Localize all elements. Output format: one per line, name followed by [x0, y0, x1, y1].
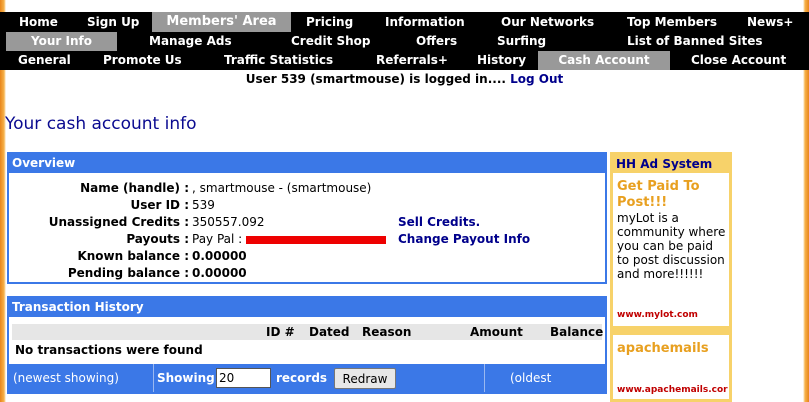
userid-value: 539 — [192, 198, 215, 212]
nav-news[interactable]: News+ — [747, 12, 793, 32]
footer-divider — [153, 364, 154, 392]
nav-close-account[interactable]: Close Account — [691, 51, 786, 70]
history-header: Transaction History — [9, 298, 605, 317]
overview-row-credits: Unassigned Credits : 350557.092 Sell Cre… — [9, 214, 605, 231]
records-label: records — [276, 371, 328, 385]
nav-our-networks[interactable]: Our Networks — [501, 12, 594, 32]
nav-pricing[interactable]: Pricing — [306, 12, 353, 32]
showing-label: Showing — [157, 371, 215, 385]
nav-promote-us[interactable]: Promote Us — [103, 51, 182, 70]
ad-header: HH Ad System — [613, 155, 729, 173]
overview-row-pending: Pending balance : 0.00000 — [9, 265, 605, 282]
pending-balance-label: Pending balance : — [67, 266, 189, 280]
main-nav: Home Sign Up Members' Area Pricing Infor… — [0, 12, 809, 32]
nav-credit-shop[interactable]: Credit Shop — [291, 32, 371, 51]
sell-credits-link[interactable]: Sell Credits. — [398, 214, 480, 231]
records-count-input[interactable] — [216, 368, 271, 388]
sub-nav: Your Info Manage Ads Credit Shop Offers … — [0, 32, 809, 51]
name-label: Name (handle) : — [80, 181, 189, 195]
ad-url[interactable]: www.mylot.com — [617, 310, 698, 320]
ad-sidebar: HH Ad System Get Paid To Post!!! myLot i… — [610, 152, 732, 402]
ad-text: myLot is a community where you can be pa… — [617, 211, 726, 281]
credits-label: Unassigned Credits : — [48, 215, 189, 229]
payouts-method: Pay Pal : — [192, 232, 243, 246]
nav-offers[interactable]: Offers — [416, 32, 457, 51]
payouts-label: Payouts : — [126, 232, 189, 246]
userid-label: User ID : — [130, 198, 189, 212]
overview-panel: Overview Name (handle) : , smartmouse - … — [7, 152, 607, 284]
oldest-label: (oldest showing) — [510, 371, 564, 402]
newest-label: (newest showing) — [13, 371, 119, 385]
history-footer: (newest showing) Showing records Redraw … — [9, 364, 605, 402]
ad-title-2[interactable]: apachemails — [617, 341, 709, 356]
overview-row-known: Known balance : 0.00000 — [9, 248, 605, 265]
payouts-value: Pay Pal : — [192, 231, 387, 248]
footer-divider — [484, 364, 485, 392]
login-status: User 539 (smartmouse) is logged in.... L… — [6, 70, 803, 88]
nav-sign-up[interactable]: Sign Up — [87, 12, 139, 32]
overview-row-name: Name (handle) : , smartmouse - (smartmou… — [9, 180, 605, 197]
history-columns: ID # Dated Reason Amount Balance — [12, 324, 604, 340]
history-table: ID # Dated Reason Amount Balance No tran… — [12, 324, 604, 362]
col-amount: Amount — [470, 325, 523, 339]
redraw-button[interactable]: Redraw — [334, 368, 396, 389]
overview-row-payouts: Payouts : Pay Pal : Change Payout Info — [9, 231, 605, 248]
known-balance-value: 0.00000 — [192, 249, 247, 263]
nav-information[interactable]: Information — [385, 12, 465, 32]
nav-cash-account[interactable]: Cash Account — [538, 51, 670, 70]
nav-surfing[interactable]: Surfing — [497, 32, 546, 51]
section-nav: General Promote Us Traffic Statistics Re… — [0, 51, 809, 70]
login-text: User 539 (smartmouse) is logged in.... — [245, 72, 506, 86]
col-dated: Dated — [309, 325, 350, 339]
credits-value: 350557.092 — [192, 215, 265, 229]
nav-traffic-statistics[interactable]: Traffic Statistics — [224, 51, 333, 70]
known-balance-label: Known balance : — [77, 249, 189, 263]
nav-top-members[interactable]: Top Members — [627, 12, 717, 32]
redacted-email — [246, 235, 387, 244]
ad-title[interactable]: Get Paid To Post!!! — [613, 173, 729, 211]
overview-row-userid: User ID : 539 — [9, 197, 605, 214]
nav-members-area[interactable]: Members' Area — [152, 12, 291, 32]
col-reason: Reason — [362, 325, 412, 339]
nav-history[interactable]: History — [477, 51, 526, 70]
nav-banned-sites[interactable]: List of Banned Sites — [627, 32, 762, 51]
transaction-history-panel: Transaction History ID # Dated Reason Am… — [7, 296, 607, 402]
overview-header: Overview — [9, 154, 605, 173]
ad-divider — [613, 326, 729, 335]
logout-link[interactable]: Log Out — [510, 72, 563, 86]
empty-message: No transactions were found — [15, 343, 203, 357]
nav-your-info[interactable]: Your Info — [6, 32, 117, 51]
nav-general[interactable]: General — [18, 51, 71, 70]
nav-home[interactable]: Home — [19, 12, 58, 32]
nav-manage-ads[interactable]: Manage Ads — [149, 32, 232, 51]
pending-balance-value: 0.00000 — [192, 266, 247, 280]
page-title: Your cash account info — [5, 114, 197, 134]
ad-url-2[interactable]: www.apachemails.cor — [617, 385, 728, 395]
col-balance: Balance — [550, 325, 604, 339]
change-payout-link[interactable]: Change Payout Info — [398, 231, 530, 248]
nav-referrals[interactable]: Referrals+ — [376, 51, 448, 70]
name-value: , smartmouse - (smartmouse) — [192, 181, 372, 195]
col-id: ID # — [266, 325, 295, 339]
